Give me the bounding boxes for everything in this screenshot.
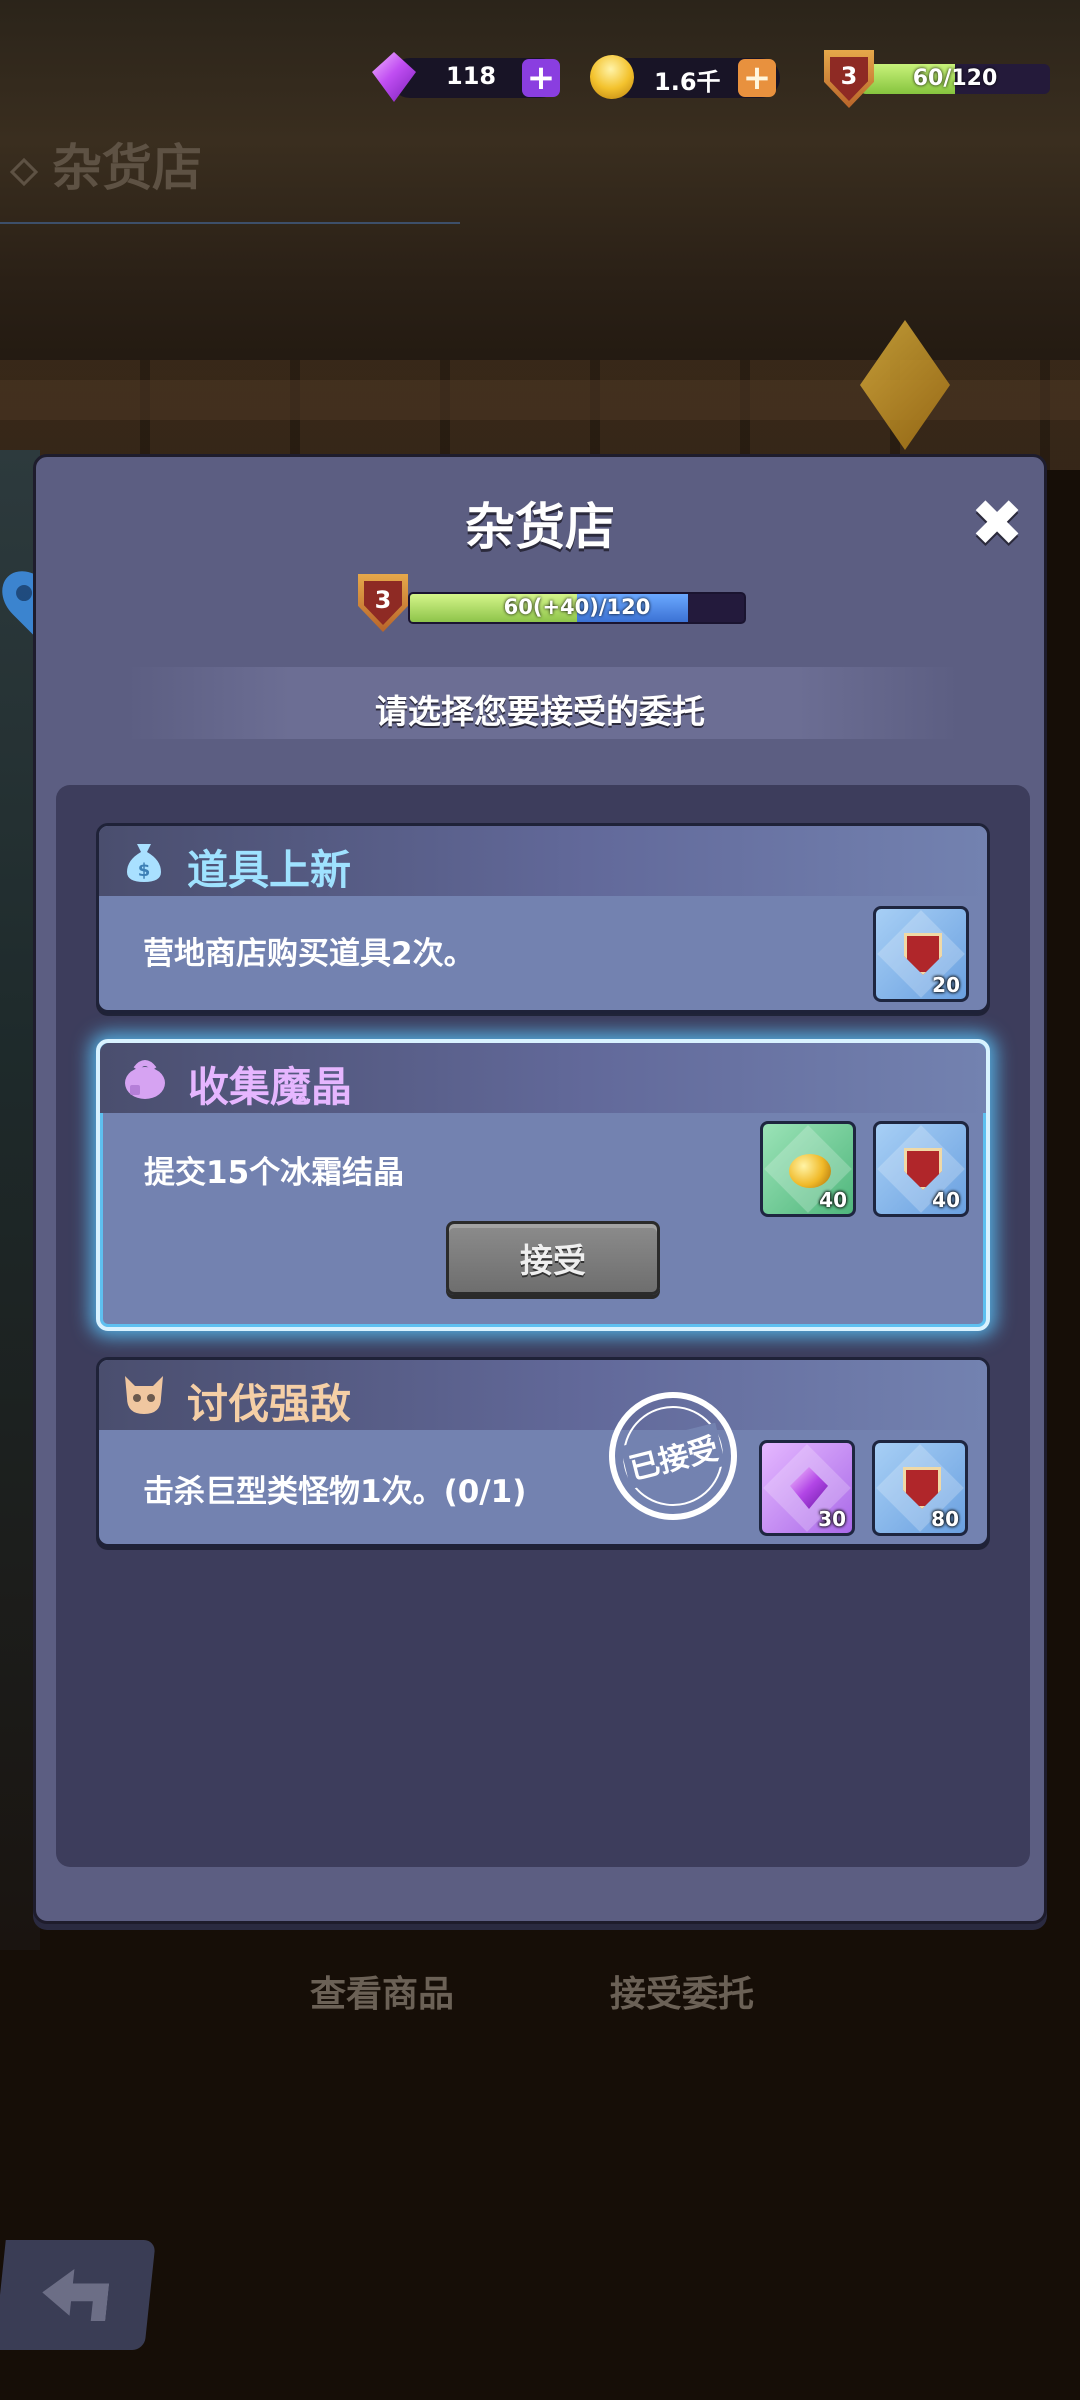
shop-level-number: 3 bbox=[364, 581, 402, 625]
task-card-new-items[interactable]: $ 道具上新 营地商店购买道具2次。 20 bbox=[96, 823, 990, 1013]
task-description: 击杀巨型类怪物1次。(0/1) bbox=[143, 1474, 527, 1510]
accept-button[interactable]: 接受 bbox=[446, 1221, 660, 1295]
task-title: 讨伐强敌 bbox=[187, 1380, 351, 1428]
reward-shield-token[interactable]: 20 bbox=[873, 906, 969, 1002]
title-underline bbox=[0, 222, 460, 224]
gem-count: 118 bbox=[446, 62, 497, 90]
task-card-collect-crystals[interactable]: 收集魔晶 提交15个冰霜结晶 40 40 接受 bbox=[96, 1039, 990, 1331]
view-goods-button[interactable]: 查看商品 bbox=[310, 1965, 454, 2017]
gem-icon bbox=[790, 1467, 828, 1509]
shield-token-icon bbox=[904, 933, 942, 975]
back-button[interactable] bbox=[0, 2240, 156, 2350]
svg-text:$: $ bbox=[138, 860, 151, 881]
gem-counter: 118 + bbox=[370, 50, 570, 106]
shop-level-shield-icon: 3 bbox=[358, 574, 408, 632]
gold-coins-icon bbox=[789, 1154, 831, 1188]
accept-commission-button[interactable]: 接受委托 bbox=[610, 1965, 754, 2017]
commission-dialog: 杂货店 ✖ 60(+40)/120 3 请选择您要接受的委托 $ 道具上新 营地… bbox=[33, 454, 1047, 1924]
crystal-pouch-icon bbox=[125, 1060, 165, 1099]
add-gems-button[interactable]: + bbox=[522, 59, 560, 97]
task-title: 道具上新 bbox=[187, 846, 351, 894]
task-description: 提交15个冰霜结晶 bbox=[144, 1155, 405, 1191]
reward-count: 80 bbox=[931, 1507, 959, 1531]
player-xp-text: 60/120 bbox=[912, 66, 998, 91]
accepted-stamp-text: 已接受 bbox=[620, 1422, 726, 1490]
player-level-number: 3 bbox=[830, 57, 868, 101]
location-title-text: 杂货店 bbox=[52, 139, 202, 197]
diamond-icon bbox=[9, 157, 39, 186]
dialog-title: 杂货店 bbox=[465, 498, 615, 556]
shield-token-icon bbox=[904, 1148, 942, 1190]
level-shield-icon: 3 bbox=[824, 50, 874, 108]
skull-icon bbox=[125, 1376, 163, 1414]
task-description: 营地商店购买道具2次。 bbox=[143, 936, 475, 972]
prompt-text: 请选择您要接受的委托 bbox=[375, 692, 705, 731]
back-arrow-icon bbox=[39, 2269, 110, 2321]
reward-count: 40 bbox=[932, 1188, 960, 1212]
add-coins-button[interactable]: + bbox=[738, 59, 776, 97]
reward-count: 20 bbox=[932, 973, 960, 997]
reward-count: 30 bbox=[818, 1507, 846, 1531]
close-icon[interactable]: ✖ bbox=[970, 492, 1024, 556]
progress-text: 60(+40)/120 bbox=[503, 595, 651, 619]
task-card-defeat-enemy[interactable]: 讨伐强敌 击杀巨型类怪物1次。(0/1) 已接受 30 80 bbox=[96, 1357, 990, 1547]
player-xp-bar: 60/120 bbox=[860, 64, 1050, 94]
reward-shield-token[interactable]: 40 bbox=[873, 1121, 969, 1217]
coin-count: 1.6千 bbox=[654, 68, 721, 96]
shield-token-icon bbox=[903, 1467, 941, 1509]
coin-counter: 1.6千 + bbox=[582, 47, 788, 107]
shop-progress-bar: 60(+40)/120 bbox=[408, 592, 746, 624]
reward-shield-token[interactable]: 80 bbox=[872, 1440, 968, 1536]
task-list: $ 道具上新 营地商店购买道具2次。 20 收集魔晶 提交15个冰霜结晶 40 bbox=[56, 785, 1030, 1867]
reward-gold-coins[interactable]: 40 bbox=[760, 1121, 856, 1217]
money-bag-icon: $ bbox=[127, 844, 161, 882]
reward-count: 40 bbox=[819, 1188, 847, 1212]
reward-gem[interactable]: 30 bbox=[759, 1440, 855, 1536]
task-title: 收集魔晶 bbox=[188, 1063, 352, 1111]
location-title: 杂货店 bbox=[9, 128, 202, 200]
player-level: 60/120 3 bbox=[820, 50, 1060, 108]
